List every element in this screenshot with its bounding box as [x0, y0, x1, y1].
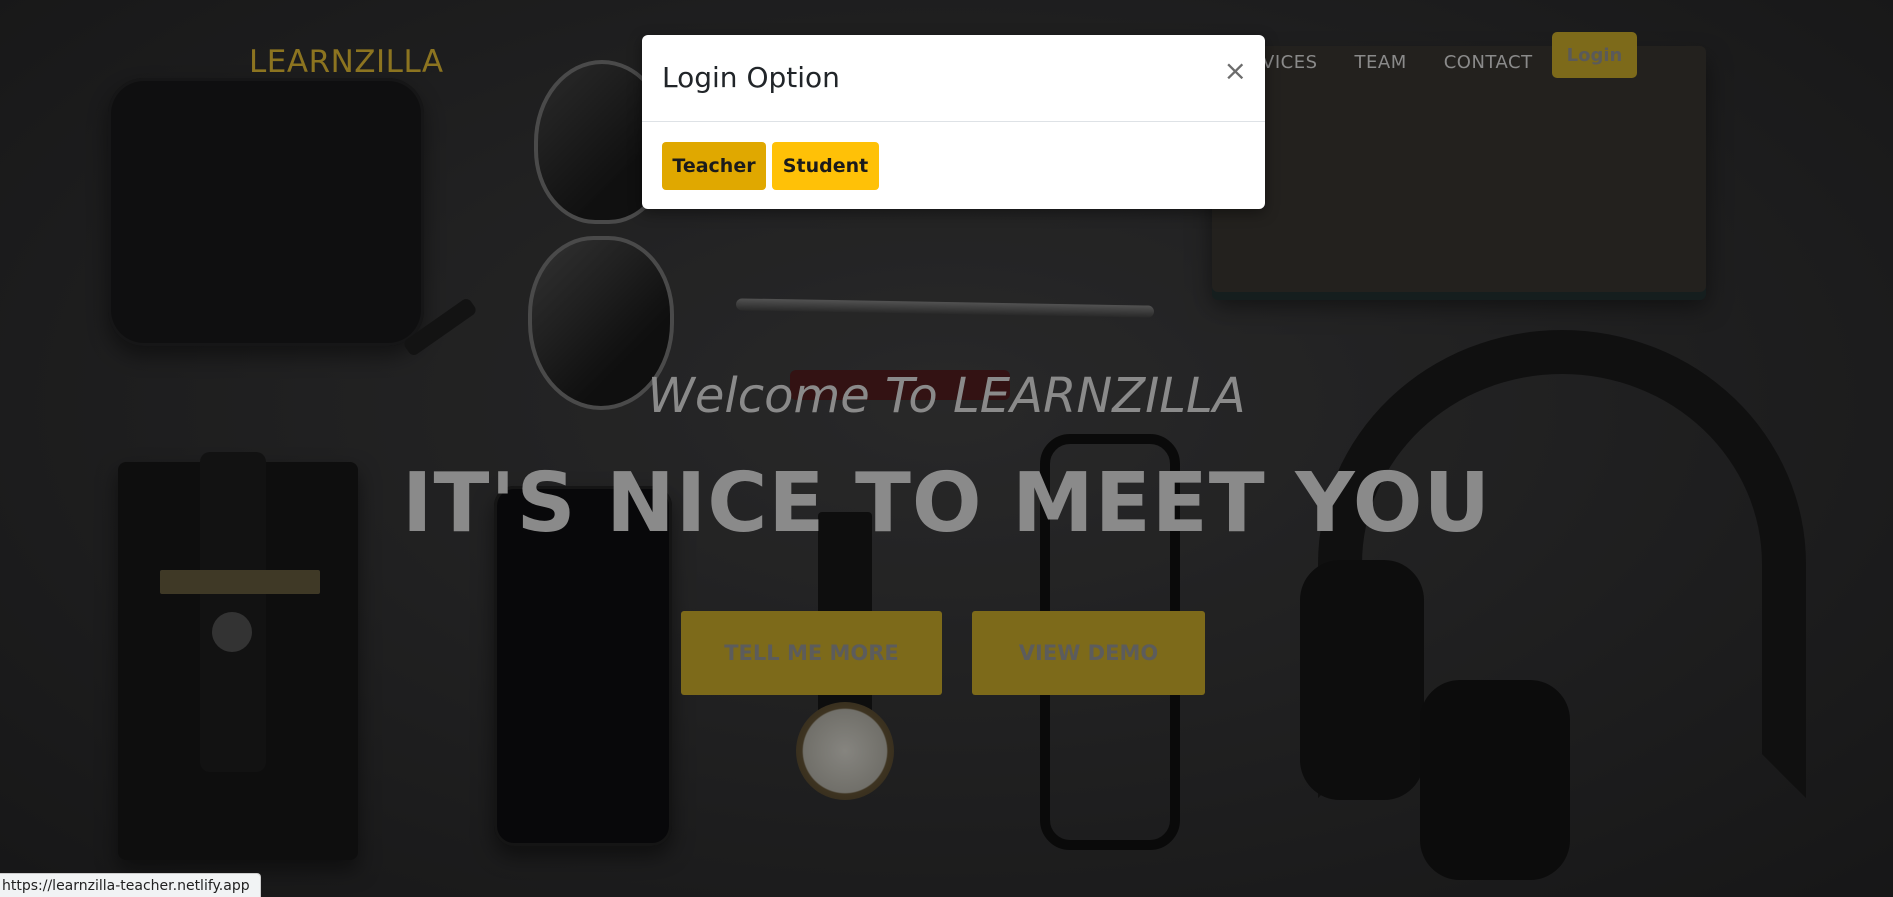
hero-title: IT'S NICE TO MEET YOU — [401, 456, 1492, 551]
tell-me-more-button[interactable]: TELL ME MORE — [681, 611, 942, 695]
modal-header: Login Option × — [642, 35, 1265, 122]
nav-link-team[interactable]: TEAM — [1355, 52, 1407, 73]
modal-body: Teacher Student — [642, 122, 1265, 209]
hero-subtitle: Welcome To LEARNZILLA — [647, 368, 1246, 424]
nav-link-contact[interactable]: CONTACT — [1444, 52, 1533, 73]
status-bar-url: https://learnzilla-teacher.netlify.app — [0, 873, 261, 897]
login-option-modal: Login Option × Teacher Student — [642, 35, 1265, 209]
brand-logo[interactable]: LEARNZILLA — [249, 44, 444, 80]
close-icon[interactable]: × — [1224, 57, 1247, 85]
main-nav: RVICES TEAM CONTACT — [1250, 52, 1570, 73]
student-button[interactable]: Student — [772, 142, 879, 190]
view-demo-button[interactable]: VIEW DEMO — [972, 611, 1205, 695]
teacher-button[interactable]: Teacher — [662, 142, 766, 190]
login-button[interactable]: Login — [1552, 32, 1637, 78]
modal-title: Login Option — [662, 61, 840, 94]
